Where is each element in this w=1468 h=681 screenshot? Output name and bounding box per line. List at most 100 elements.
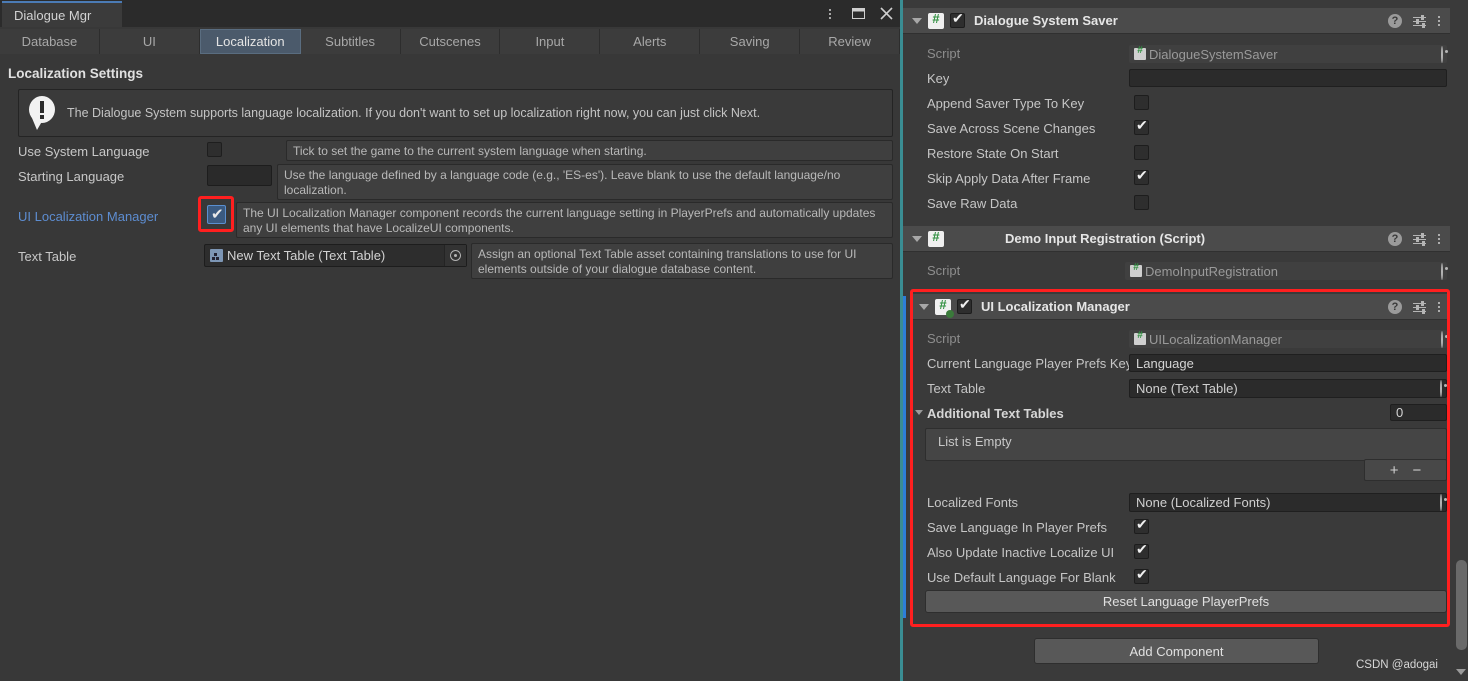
preset-icon[interactable] bbox=[1413, 300, 1427, 314]
tab-label: Input bbox=[535, 34, 565, 49]
object-picker-button[interactable] bbox=[1440, 494, 1442, 511]
help-icon[interactable]: ? bbox=[1388, 13, 1402, 28]
script-object-field[interactable]: UILocalizationManager bbox=[1129, 330, 1447, 348]
check-icon: ✔ bbox=[1136, 541, 1148, 557]
text-table-asset-icon bbox=[210, 249, 223, 262]
scrollbar-thumb[interactable] bbox=[1456, 560, 1467, 650]
tab-alerts[interactable]: Alerts bbox=[600, 29, 701, 54]
tab-label: Review bbox=[828, 34, 871, 49]
scroll-down-icon[interactable] bbox=[1456, 669, 1466, 675]
object-picker-button[interactable] bbox=[444, 245, 466, 266]
object-picker-icon bbox=[1441, 330, 1443, 348]
text-table-value: None (Text Table) bbox=[1136, 381, 1238, 396]
check-icon: ✔ bbox=[1136, 516, 1148, 532]
component-header-icons: ? bbox=[1388, 13, 1450, 28]
object-picker-icon bbox=[1441, 262, 1443, 280]
wizard-tab-bar: Database UI Localization Subtitles Cutsc… bbox=[0, 29, 901, 54]
chevron-down-icon[interactable] bbox=[919, 303, 929, 310]
add-component-label: Add Component bbox=[1129, 643, 1224, 659]
text-table-tip: Assign an optional Text Table asset cont… bbox=[471, 243, 893, 279]
save-across-scene-changes-checkbox[interactable]: ✔ bbox=[1134, 118, 1149, 135]
use-system-language-tip: Tick to set the game to the current syst… bbox=[286, 140, 893, 161]
script-object-field[interactable]: DemoInputRegistration bbox=[1125, 262, 1447, 280]
component-header-demo-input-registration[interactable]: Demo Input Registration (Script) ? bbox=[903, 226, 1450, 252]
restore-state-on-start-checkbox[interactable] bbox=[1134, 145, 1149, 160]
component-enabled-checkbox[interactable]: ✔ bbox=[950, 11, 965, 28]
window-controls bbox=[822, 0, 894, 27]
list-empty-label: List is Empty bbox=[938, 434, 1012, 449]
component-menu-icon[interactable] bbox=[1438, 15, 1440, 26]
script-asset-icon bbox=[1134, 330, 1146, 345]
property-label: Skip Apply Data After Frame bbox=[927, 171, 1091, 186]
close-icon[interactable] bbox=[878, 5, 894, 23]
ui-localization-manager-checkbox[interactable]: ✔ bbox=[207, 205, 226, 224]
inspector-panel: ✔ Dialogue System Saver ? Script Dialogu… bbox=[903, 0, 1468, 681]
maximize-icon[interactable] bbox=[850, 5, 866, 23]
help-icon[interactable]: ? bbox=[1388, 299, 1402, 314]
window-tab-dialogue-mgr[interactable]: Dialogue Mgr bbox=[2, 1, 122, 27]
component-menu-icon[interactable] bbox=[1438, 301, 1440, 312]
chevron-down-icon[interactable] bbox=[912, 235, 922, 242]
save-raw-data-checkbox[interactable] bbox=[1134, 195, 1149, 210]
object-picker-button[interactable] bbox=[1441, 262, 1443, 280]
save-language-in-player-prefs-checkbox[interactable]: ✔ bbox=[1134, 516, 1149, 534]
object-picker-button[interactable] bbox=[1441, 45, 1443, 63]
component-menu-icon[interactable] bbox=[1438, 233, 1440, 244]
property-row-also-update-inactive: Also Update Inactive Localize UI ✔ bbox=[903, 541, 1450, 566]
list-remove-button[interactable]: − bbox=[1413, 462, 1422, 479]
script-object-field[interactable]: DialogueSystemSaver bbox=[1129, 45, 1447, 63]
window-menu-icon[interactable] bbox=[822, 5, 838, 23]
property-label: Current Language Player Prefs Key bbox=[927, 356, 1132, 371]
tab-saving[interactable]: Saving bbox=[700, 29, 801, 54]
component-header-ui-localization-manager[interactable]: ✔ UI Localization Manager ? bbox=[910, 294, 1450, 320]
tab-database[interactable]: Database bbox=[0, 29, 100, 54]
property-row-additional-text-tables: Additional Text Tables 0 bbox=[903, 402, 1450, 427]
tab-subtitles[interactable]: Subtitles bbox=[300, 29, 401, 54]
tab-cutscenes[interactable]: Cutscenes bbox=[400, 29, 501, 54]
object-picker-button[interactable] bbox=[1440, 380, 1442, 397]
script-icon bbox=[928, 11, 944, 29]
starting-language-input[interactable] bbox=[207, 165, 272, 186]
skip-apply-data-after-frame-checkbox[interactable]: ✔ bbox=[1134, 167, 1149, 185]
localized-fonts-object-field[interactable]: None (Localized Fonts) bbox=[1129, 493, 1447, 512]
tab-review[interactable]: Review bbox=[800, 29, 901, 54]
check-icon: ✔ bbox=[1136, 167, 1148, 183]
property-row-restore-state-on-start: Restore State On Start bbox=[903, 142, 1450, 167]
append-saver-type-checkbox[interactable] bbox=[1134, 95, 1149, 110]
chevron-down-icon[interactable] bbox=[915, 410, 923, 415]
key-input[interactable] bbox=[1129, 69, 1447, 87]
reset-language-playerprefs-button[interactable]: Reset Language PlayerPrefs bbox=[925, 590, 1447, 613]
component-header-dialogue-system-saver[interactable]: ✔ Dialogue System Saver ? bbox=[903, 8, 1450, 34]
help-icon[interactable]: ? bbox=[1388, 231, 1402, 246]
list-add-button[interactable]: + bbox=[1390, 462, 1399, 479]
tab-input[interactable]: Input bbox=[500, 29, 601, 54]
property-label: Restore State On Start bbox=[927, 146, 1059, 161]
property-row-current-language-key: Current Language Player Prefs Key Langua… bbox=[903, 352, 1450, 377]
text-table-label: Text Table bbox=[18, 249, 77, 264]
additional-text-tables-count[interactable]: 0 bbox=[1390, 404, 1447, 421]
add-component-button[interactable]: Add Component bbox=[1034, 638, 1319, 664]
tab-label: Saving bbox=[729, 34, 770, 49]
tab-label: Cutscenes bbox=[419, 34, 481, 49]
use-default-language-for-blank-checkbox[interactable]: ✔ bbox=[1134, 567, 1149, 584]
property-row-save-across-scene-changes: Save Across Scene Changes ✔ bbox=[903, 117, 1450, 142]
preset-icon[interactable] bbox=[1413, 14, 1427, 28]
object-picker-button[interactable] bbox=[1441, 330, 1443, 348]
use-system-language-checkbox[interactable] bbox=[207, 142, 222, 157]
component-enabled-checkbox[interactable]: ✔ bbox=[957, 297, 972, 314]
starting-language-label: Starting Language bbox=[18, 169, 125, 184]
text-table-object-field[interactable]: None (Text Table) bbox=[1129, 379, 1447, 398]
additional-text-tables-list[interactable]: List is Empty bbox=[925, 428, 1447, 461]
also-update-inactive-localize-ui-checkbox[interactable]: ✔ bbox=[1134, 541, 1149, 559]
chevron-down-icon[interactable] bbox=[912, 17, 922, 24]
tab-localization[interactable]: Localization bbox=[199, 29, 301, 54]
page-title: Localization Settings bbox=[8, 66, 144, 81]
tab-ui[interactable]: UI bbox=[99, 29, 200, 54]
text-table-object-field[interactable]: New Text Table (Text Table) bbox=[204, 244, 467, 267]
property-label: Script bbox=[927, 263, 961, 278]
property-row-use-default-language-for-blank: Use Default Language For Blank ✔ bbox=[903, 566, 1450, 591]
current-language-player-prefs-key-input[interactable]: Language bbox=[1129, 354, 1447, 372]
property-row-save-language-in-player-prefs: Save Language In Player Prefs ✔ bbox=[903, 516, 1450, 541]
property-label: Script bbox=[927, 331, 961, 346]
preset-icon[interactable] bbox=[1413, 232, 1427, 246]
